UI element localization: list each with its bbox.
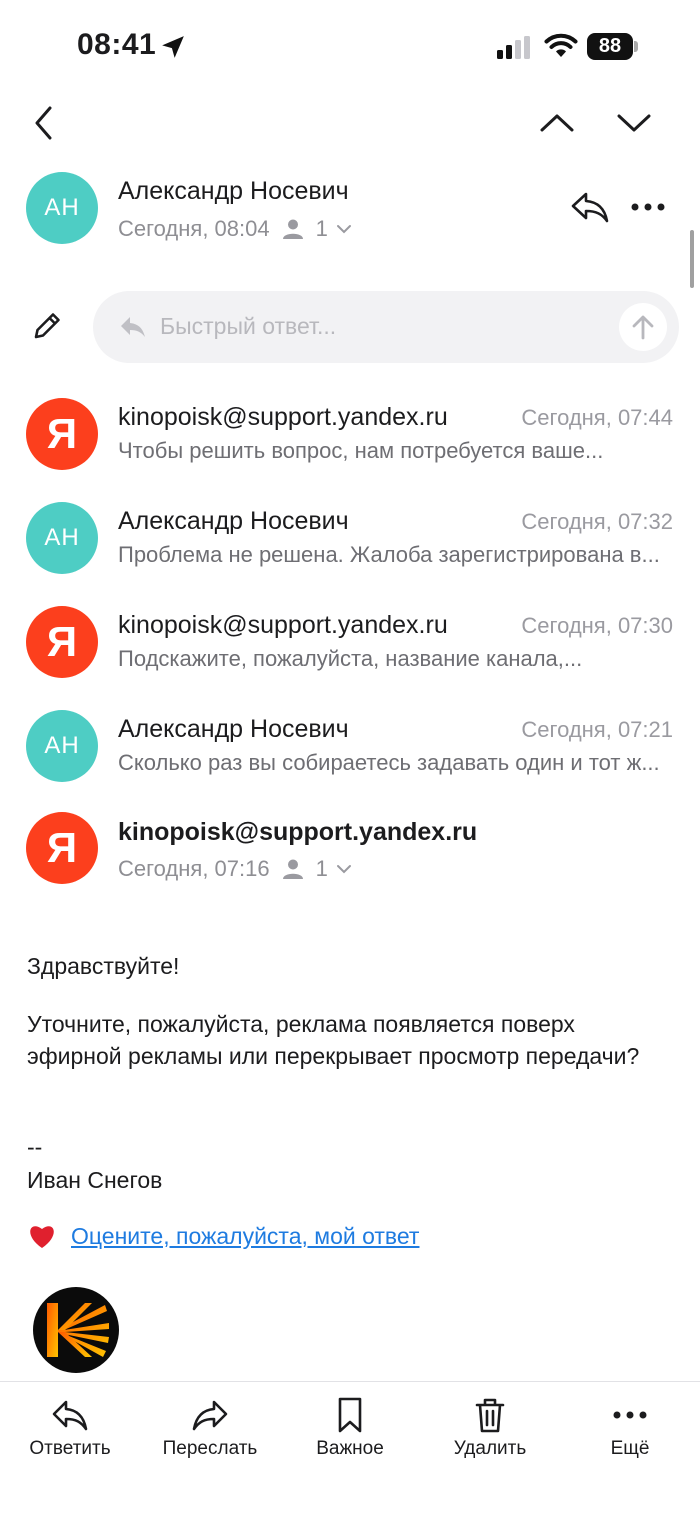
rate-link-text: Оцените, пожалуйста, мой ответ — [71, 1222, 420, 1249]
thread-date: Сегодня, 07:30 — [521, 613, 673, 638]
message-paragraph: Уточните, пожалуйста, реклама появляется… — [27, 1011, 640, 1069]
recipients-count: 1 — [315, 216, 328, 241]
avatar[interactable]: АН — [26, 172, 98, 244]
yandex-logo-icon: Я — [46, 824, 78, 871]
avatar[interactable]: Я — [26, 812, 98, 884]
message-date: Сегодня, 07:16 — [118, 856, 270, 881]
avatar[interactable]: АН — [26, 710, 98, 782]
thread-date: Сегодня, 07:32 — [521, 509, 673, 534]
reply-icon[interactable] — [570, 190, 610, 224]
kinopoisk-logo-icon — [47, 1303, 109, 1357]
yandex-logo-icon: Я — [46, 618, 78, 665]
forward-button[interactable]: Переслать — [140, 1396, 280, 1466]
delete-label: Удалить — [453, 1438, 527, 1459]
pencil-icon[interactable] — [30, 309, 64, 343]
recipients-count: 1 — [315, 856, 328, 881]
location-arrow-icon — [162, 36, 184, 58]
cellular-signal-icon — [497, 36, 530, 59]
thread-preview[interactable]: Проблема не решена. Жалоба зарегистриров… — [118, 542, 674, 568]
reply-button[interactable]: Ответить — [0, 1396, 140, 1466]
thread-sender[interactable]: Александр Носевич — [118, 507, 349, 536]
signature-separator: -- — [27, 1134, 43, 1160]
thread-sender[interactable]: kinopoisk@support.yandex.ru — [118, 611, 448, 640]
status-time: 08:41 — [77, 28, 157, 61]
reply-icon — [52, 1400, 88, 1431]
thread-sender[interactable]: kinopoisk@support.yandex.ru — [118, 403, 448, 432]
thread-date: Сегодня, 07:44 — [521, 405, 673, 430]
avatar[interactable]: Я — [26, 606, 98, 678]
thread-date: Сегодня, 07:21 — [521, 717, 673, 742]
avatar-initials: АН — [44, 524, 80, 551]
scrollbar[interactable] — [690, 230, 694, 288]
avatar-initials: АН — [44, 732, 80, 759]
person-icon — [282, 859, 303, 879]
sender-name[interactable]: kinopoisk@support.yandex.ru — [118, 818, 477, 847]
yandex-logo-icon: Я — [46, 410, 78, 457]
send-button[interactable] — [619, 303, 667, 351]
battery-icon: 88 — [587, 33, 633, 60]
more-icon[interactable] — [628, 196, 668, 218]
more-button[interactable]: Ещё — [560, 1396, 700, 1466]
sender-name[interactable]: Александр Носевич — [118, 177, 349, 206]
chevron-down-icon — [336, 225, 351, 234]
chevron-down-icon — [336, 865, 351, 874]
forward-label: Переслать — [162, 1438, 258, 1459]
back-chevron-icon[interactable] — [28, 104, 60, 142]
more-label: Ещё — [610, 1438, 650, 1459]
message-date: Сегодня, 08:04 — [118, 216, 270, 241]
message-meta[interactable]: Сегодня, 07:16 1 — [118, 856, 352, 882]
avatar[interactable]: АН — [26, 502, 98, 574]
heart-icon — [30, 1226, 54, 1248]
wifi-icon — [544, 33, 578, 57]
next-message-icon[interactable] — [615, 108, 653, 138]
trash-icon — [475, 1398, 505, 1433]
message-meta[interactable]: Сегодня, 08:04 1 — [118, 216, 352, 242]
signature-name: Иван Снегов — [27, 1167, 163, 1193]
reply-label: Ответить — [29, 1438, 111, 1459]
kinopoisk-logo — [33, 1287, 119, 1373]
quick-reply-input[interactable]: Быстрый ответ... — [93, 291, 679, 363]
bottom-toolbar: Ответить Переслать Важное Удалить Ещё — [0, 1381, 700, 1517]
previous-message-icon[interactable] — [538, 108, 576, 138]
thread-preview[interactable]: Чтобы решить вопрос, нам потребуется ваш… — [118, 438, 674, 464]
important-button[interactable]: Важное — [280, 1396, 420, 1466]
send-up-arrow-icon — [632, 315, 654, 340]
status-bar: 08:41 88 — [0, 0, 700, 90]
delete-button[interactable]: Удалить — [420, 1396, 560, 1466]
thread-preview[interactable]: Подскажите, пожалуйста, название канала,… — [118, 646, 674, 672]
avatar-initials: АН — [44, 194, 80, 221]
message-greeting: Здравствуйте! — [27, 953, 180, 979]
rate-answer-link[interactable]: Оцените, пожалуйста, мой ответ — [27, 1222, 419, 1250]
thread-preview[interactable]: Сколько раз вы собираетесь задавать один… — [118, 750, 674, 776]
avatar[interactable]: Я — [26, 398, 98, 470]
quick-reply-placeholder: Быстрый ответ... — [160, 313, 337, 339]
battery-tip — [634, 41, 638, 52]
bookmark-icon — [338, 1397, 362, 1433]
reply-arrow-icon — [121, 317, 145, 337]
more-icon — [613, 1411, 647, 1419]
important-label: Важное — [316, 1438, 384, 1459]
thread-sender[interactable]: Александр Носевич — [118, 715, 349, 744]
person-icon — [282, 219, 303, 239]
forward-icon — [192, 1400, 228, 1431]
